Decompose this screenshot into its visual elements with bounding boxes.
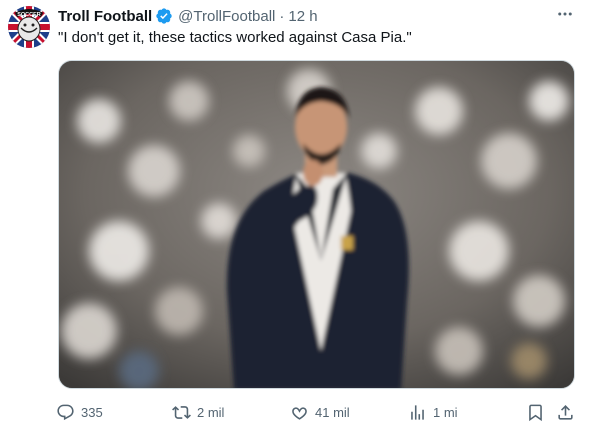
like-count: 41 mil — [315, 404, 350, 420]
separator-dot: · — [279, 7, 285, 25]
more-options-icon[interactable] — [555, 4, 575, 24]
tweet-actions-bar: 335 2 mil 41 mil 1 mi — [56, 400, 576, 424]
share-button[interactable] — [556, 400, 575, 424]
share-icon — [558, 404, 573, 420]
bookmark-icon — [529, 404, 542, 421]
handle[interactable]: @TrollFootball — [178, 8, 275, 25]
heart-icon — [292, 406, 307, 420]
avatar[interactable]: SOCCER — [8, 6, 50, 48]
timestamp[interactable]: 12 h — [288, 8, 317, 25]
tweet-header: Troll Football @TrollFootball · 12 h — [58, 6, 575, 26]
tweet-card[interactable]: SOCCER Troll Football @TrollFootball · 1… — [0, 0, 591, 434]
reply-button[interactable]: 335 — [56, 400, 103, 424]
reply-count: 335 — [81, 404, 103, 420]
tweet-media-photo[interactable] — [58, 60, 575, 389]
views-chart-icon — [411, 404, 424, 420]
tweet-text: "I don't get it, these tactics worked ag… — [58, 29, 412, 46]
views-button[interactable]: 1 mi — [408, 400, 458, 424]
svg-text:SOCCER: SOCCER — [17, 12, 41, 18]
like-button[interactable]: 41 mil — [290, 400, 350, 424]
views-count: 1 mi — [433, 404, 458, 420]
reply-icon — [57, 404, 74, 420]
retweet-button[interactable]: 2 mil — [172, 400, 224, 424]
bookmark-button[interactable] — [526, 400, 545, 424]
retweet-icon — [172, 405, 191, 419]
display-name[interactable]: Troll Football — [58, 8, 152, 25]
retweet-count: 2 mil — [197, 404, 225, 420]
verified-badge-icon[interactable] — [155, 7, 173, 25]
